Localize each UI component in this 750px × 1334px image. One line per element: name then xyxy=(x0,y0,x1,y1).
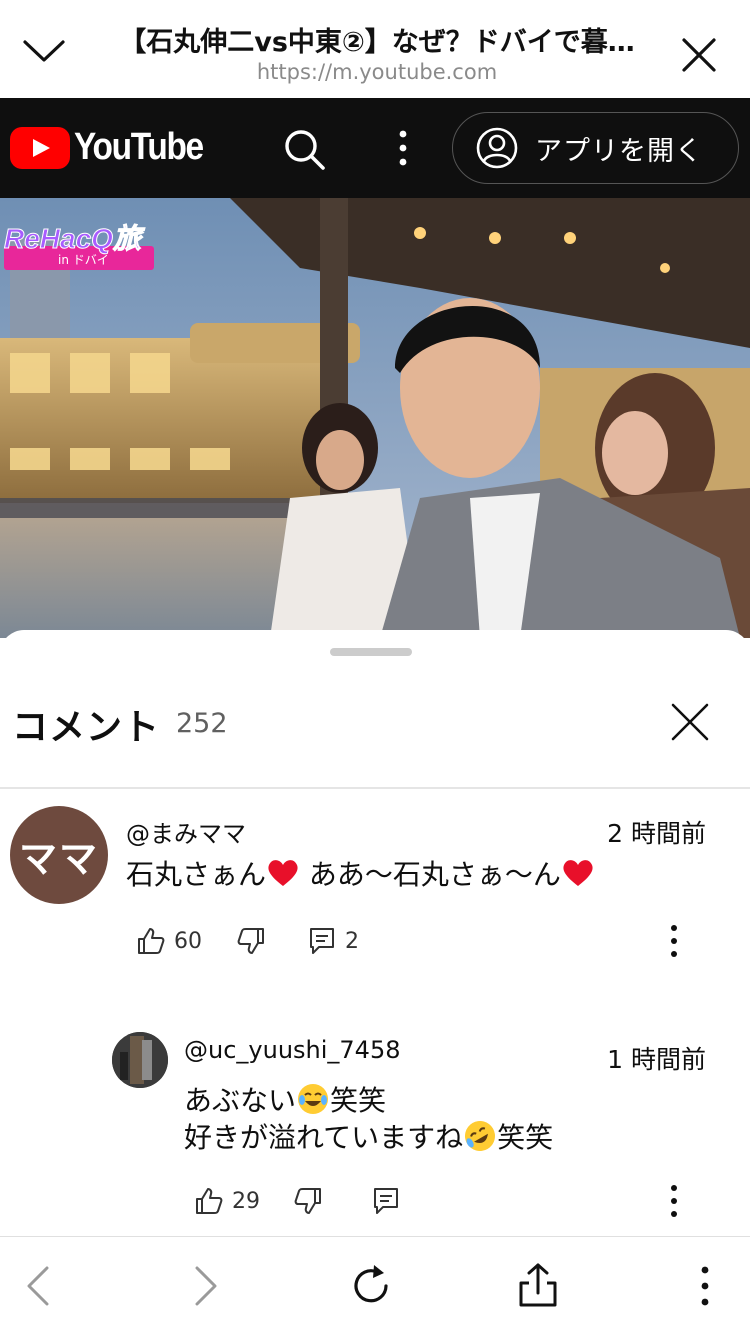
dislike-button[interactable] xyxy=(293,1186,323,1216)
comment-author[interactable]: @uc_yuushi_7458 xyxy=(184,1036,401,1064)
comments-count: 252 xyxy=(176,708,228,739)
drag-handle[interactable] xyxy=(330,648,412,656)
avatar[interactable]: ママ xyxy=(10,806,108,904)
like-button[interactable]: 60 xyxy=(136,926,202,956)
reply-count: 2 xyxy=(345,928,359,954)
svg-text:in ドバイ: in ドバイ xyxy=(58,253,109,267)
search-icon[interactable] xyxy=(283,128,325,170)
more-vert-icon[interactable] xyxy=(680,1261,730,1311)
dislike-button[interactable] xyxy=(236,926,266,956)
avatar-image xyxy=(112,1032,168,1088)
browser-top-bar: 【石丸伸二vs中東②】なぜ？ドバイで暮… https://m.youtube.c… xyxy=(0,0,750,98)
like-count: 60 xyxy=(174,928,202,954)
comment-time: 2 時間前 xyxy=(607,819,706,848)
dislike-icon xyxy=(237,928,264,954)
comment-text: あぶない 笑笑 好きが溢れていますね 笑笑 xyxy=(184,1082,553,1156)
red-heart-emoji-icon xyxy=(268,860,298,886)
like-button[interactable]: 29 xyxy=(194,1186,260,1216)
youtube-header: YouTube アプリを開く xyxy=(0,98,750,198)
youtube-wordmark: YouTube xyxy=(74,126,204,168)
more-vert-icon[interactable] xyxy=(396,128,410,168)
more-vert-icon[interactable] xyxy=(669,924,679,958)
reply-icon xyxy=(310,928,334,954)
back-icon[interactable] xyxy=(14,1261,64,1311)
reply-button[interactable] xyxy=(371,1186,401,1216)
comment-text: 石丸さぁん ああ〜石丸さぁ〜ん xyxy=(126,857,595,893)
comment-text-part: 好きが溢れていますね xyxy=(184,1121,464,1154)
close-icon[interactable] xyxy=(670,702,710,742)
page-url: https://m.youtube.com xyxy=(256,60,498,84)
dislike-icon xyxy=(294,1188,321,1214)
comment-author[interactable]: @まみママ xyxy=(126,814,246,849)
chevron-down-icon[interactable] xyxy=(22,32,66,68)
video-frame-illustration: ReHacQ旅 in ドバイ xyxy=(0,198,750,638)
video-player[interactable]: ReHacQ旅 in ドバイ xyxy=(0,198,750,638)
more-vert-icon[interactable] xyxy=(669,1184,679,1218)
forward-icon[interactable] xyxy=(180,1261,230,1311)
like-icon xyxy=(196,1188,223,1214)
reply-button[interactable]: 2 xyxy=(307,926,359,956)
comment-text-part: ああ〜石丸さぁ〜ん xyxy=(300,858,561,891)
open-app-label: アプリを開く xyxy=(535,135,703,167)
open-app-button[interactable]: アプリを開く xyxy=(452,112,739,184)
like-count: 29 xyxy=(232,1188,260,1214)
like-icon xyxy=(138,928,165,954)
comments-sheet: コメント 252 ママ @まみママ 2 時間前 石丸さぁん ああ〜石丸さぁ〜ん … xyxy=(0,630,750,1236)
youtube-logo[interactable]: YouTube xyxy=(10,126,220,169)
rehacq-overlay-logo: ReHacQ旅 in ドバイ xyxy=(4,223,154,270)
comment-text-part: 笑笑 xyxy=(497,1121,554,1154)
divider xyxy=(0,787,750,789)
comment-text-part: あぶない xyxy=(184,1084,297,1117)
comment-text-part: 笑笑 xyxy=(330,1084,387,1117)
svg-text:ReHacQ旅: ReHacQ旅 xyxy=(4,223,146,254)
rolling-on-floor-laughing-icon xyxy=(465,1121,496,1151)
red-heart-emoji-icon xyxy=(563,860,593,886)
browser-bottom-bar xyxy=(0,1236,750,1334)
avatar[interactable] xyxy=(112,1032,168,1088)
comments-title: コメント xyxy=(12,707,161,748)
youtube-play-icon xyxy=(10,126,70,169)
comment-text-part: 石丸さぁん xyxy=(126,858,267,891)
close-icon[interactable] xyxy=(680,36,718,74)
account-circle-icon xyxy=(476,127,518,169)
share-icon[interactable] xyxy=(513,1261,563,1311)
page-title: 【石丸伸二vs中東②】なぜ？ドバイで暮… xyxy=(119,27,635,58)
face-with-tears-of-joy-icon xyxy=(298,1084,329,1114)
reply-icon xyxy=(374,1188,398,1214)
comment-time: 1 時間前 xyxy=(607,1045,706,1074)
reload-icon[interactable] xyxy=(346,1261,396,1311)
